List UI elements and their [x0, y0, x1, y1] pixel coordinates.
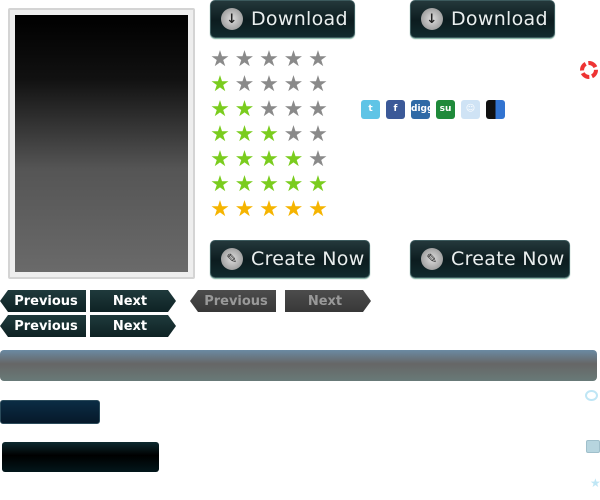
rating-star[interactable]: ★ [283, 99, 305, 121]
rating-star[interactable]: ★ [209, 49, 231, 71]
square-icon[interactable] [586, 440, 600, 453]
delicious-icon[interactable] [486, 100, 505, 119]
rating-star[interactable]: ★ [307, 149, 329, 171]
rating-star[interactable]: ★ [234, 99, 256, 121]
rating-star[interactable]: ★ [234, 49, 256, 71]
next-button-2[interactable]: Next [90, 315, 176, 337]
rating-star[interactable]: ★ [283, 174, 305, 196]
download-label: Download [451, 8, 548, 30]
rating-star[interactable]: ★ [258, 49, 280, 71]
speech-bubble-icon[interactable] [585, 390, 598, 401]
rating-star[interactable]: ★ [258, 74, 280, 96]
rating-star[interactable]: ★ [209, 199, 231, 221]
download-arrow-icon: ↓ [221, 8, 243, 30]
rating-star[interactable]: ★ [307, 74, 329, 96]
rating-star[interactable]: ★ [283, 74, 305, 96]
twitter-icon[interactable]: t [361, 100, 380, 119]
rating-star[interactable]: ★ [209, 124, 231, 146]
create-now-label: Create Now [251, 248, 365, 270]
download-button[interactable]: ↓ Download [210, 0, 355, 38]
rating-star[interactable]: ★ [234, 174, 256, 196]
facebook-icon[interactable]: f [386, 100, 405, 119]
rating-star[interactable]: ★ [209, 149, 231, 171]
edit-icon: ✎ [221, 248, 243, 270]
star-icon[interactable]: ★ [590, 476, 600, 490]
rating-star[interactable]: ★ [209, 174, 231, 196]
rating-star[interactable]: ★ [307, 124, 329, 146]
rating-star[interactable]: ★ [258, 149, 280, 171]
download-arrow-icon: ↓ [421, 8, 443, 30]
stumbleupon-icon[interactable]: su [436, 100, 455, 119]
rating-star[interactable]: ★ [209, 74, 231, 96]
rating-star[interactable]: ★ [307, 49, 329, 71]
reddit-icon[interactable]: ☺ [461, 100, 480, 119]
rating-star[interactable]: ★ [258, 174, 280, 196]
create-now-button-2[interactable]: ✎ Create Now [410, 240, 570, 278]
previous-button-disabled[interactable]: Previous [190, 290, 276, 312]
rating-star[interactable]: ★ [234, 74, 256, 96]
create-now-button[interactable]: ✎ Create Now [210, 240, 370, 278]
rating-star[interactable]: ★ [283, 199, 305, 221]
download-label: Download [251, 8, 348, 30]
rating-star[interactable]: ★ [258, 99, 280, 121]
rating-star[interactable]: ★ [234, 149, 256, 171]
rating-star[interactable]: ★ [307, 174, 329, 196]
rating-star[interactable]: ★ [307, 199, 329, 221]
lifebuoy-icon[interactable] [580, 61, 598, 79]
header-bar [0, 350, 597, 381]
image-placeholder [15, 15, 188, 272]
download-button-2[interactable]: ↓ Download [410, 0, 555, 38]
rating-star[interactable]: ★ [307, 99, 329, 121]
rating-star[interactable]: ★ [209, 99, 231, 121]
dark-blue-button[interactable] [0, 400, 100, 424]
black-button[interactable] [2, 442, 159, 472]
previous-button-2[interactable]: Previous [0, 315, 86, 337]
rating-star[interactable]: ★ [283, 49, 305, 71]
rating-star[interactable]: ★ [234, 199, 256, 221]
rating-star[interactable]: ★ [283, 149, 305, 171]
next-button[interactable]: Next [90, 290, 176, 312]
next-button-disabled[interactable]: Next [285, 290, 371, 312]
rating-star[interactable]: ★ [234, 124, 256, 146]
image-preview-panel [8, 8, 195, 279]
rating-star[interactable]: ★ [283, 124, 305, 146]
rating-star[interactable]: ★ [258, 199, 280, 221]
create-now-label: Create Now [451, 248, 565, 270]
digg-icon[interactable]: digg [411, 100, 433, 119]
previous-button[interactable]: Previous [0, 290, 86, 312]
rating-star[interactable]: ★ [258, 124, 280, 146]
star-ratings: ★ ★ ★ ★ ★ ★ ★ ★ ★ ★ ★ ★ ★ ★ ★ ★ ★ ★ ★ ★ ★ ★ ★ ★ ★ ★ ★ ★ ★ ★ ★ ★ ★ ★ ★ [209, 49, 334, 224]
edit-icon: ✎ [421, 248, 443, 270]
